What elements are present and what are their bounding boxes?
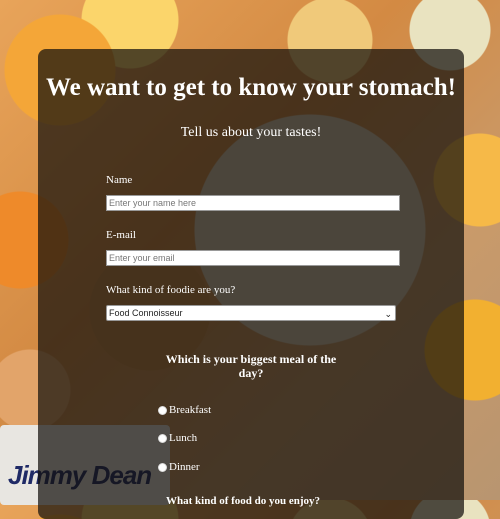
chevron-down-icon: ⌄	[384, 309, 392, 319]
email-label: E-mail	[106, 229, 136, 241]
radio-dinner-label: Dinner	[169, 461, 200, 473]
radio-button-icon[interactable]	[158, 405, 167, 415]
meal-question: Which is your biggest meal of the day?	[165, 352, 337, 380]
form-title: We want to get to know your stomach!	[46, 74, 456, 101]
radio-lunch[interactable]: Lunch	[158, 432, 197, 444]
next-question-partial: What kind of food do you enjoy?	[166, 495, 321, 507]
survey-form-card: We want to get to know your stomach! Tel…	[38, 49, 464, 519]
foodie-select[interactable]: Food Connoisseur ⌄	[106, 305, 396, 321]
radio-lunch-label: Lunch	[169, 432, 198, 444]
radio-breakfast-label: Breakfast	[169, 404, 212, 416]
radio-button-icon[interactable]	[158, 462, 167, 472]
foodie-select-value: Food Connoisseur	[109, 308, 183, 318]
radio-breakfast[interactable]: Breakfast	[158, 404, 211, 416]
radio-button-icon[interactable]	[158, 433, 167, 443]
form-subtitle: Tell us about your tastes!	[180, 125, 322, 140]
name-input[interactable]	[106, 195, 400, 211]
foodie-label: What kind of foodie are you?	[106, 284, 236, 296]
radio-dinner[interactable]: Dinner	[158, 461, 200, 473]
email-input[interactable]	[106, 250, 400, 266]
name-label: Name	[106, 174, 133, 186]
